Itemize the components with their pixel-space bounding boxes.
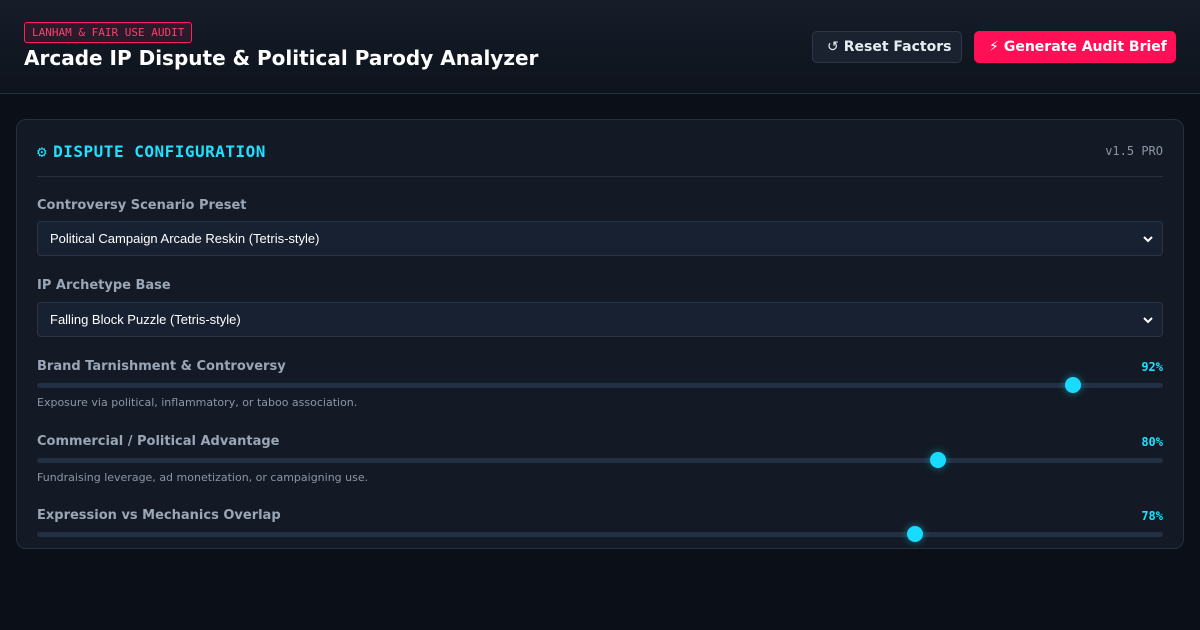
ip-archetype-label: IP Archetype Base — [37, 278, 171, 293]
slider-thumb[interactable] — [907, 526, 924, 542]
expression-overlap-value: 78% — [1141, 509, 1163, 523]
chevron-down-icon — [1143, 236, 1153, 243]
slider-thumb[interactable] — [1064, 377, 1081, 393]
panel-title: ⚙ DISPUTE CONFIGURATION — [37, 142, 266, 161]
commercial-advantage-label: Commercial / Political Advantage — [37, 434, 280, 449]
panel-title-text: DISPUTE CONFIGURATION — [53, 142, 266, 161]
ip-archetype-select[interactable]: Falling Block Puzzle (Tetris-style) — [37, 302, 1163, 337]
ip-archetype-value: Falling Block Puzzle (Tetris-style) — [50, 312, 241, 327]
brand-tarnishment-label: Brand Tarnishment & Controversy — [37, 359, 286, 374]
version-label: v1.5 PRO — [1105, 144, 1163, 158]
reset-factors-label: Reset Factors — [843, 39, 952, 55]
brand-tarnishment-value: 92% — [1141, 360, 1163, 374]
gear-icon: ⚙ — [37, 142, 48, 161]
brand-tarnishment-slider[interactable] — [37, 377, 1163, 393]
lightning-icon: ⚡ — [989, 39, 999, 55]
generate-audit-brief-label: Generate Audit Brief — [1003, 39, 1167, 55]
scenario-preset-select[interactable]: Political Campaign Arcade Reskin (Tetris… — [37, 221, 1163, 256]
brand-tarnishment-help: Exposure via political, inflammatory, or… — [37, 396, 358, 409]
commercial-advantage-help: Fundraising leverage, ad monetization, o… — [37, 471, 369, 484]
expression-overlap-label: Expression vs Mechanics Overlap — [37, 508, 281, 523]
expression-overlap-slider[interactable] — [37, 526, 1163, 542]
panel-header: ⚙ DISPUTE CONFIGURATION v1.5 PRO — [37, 120, 1163, 177]
generate-audit-brief-button[interactable]: ⚡ Generate Audit Brief — [974, 31, 1176, 63]
app-header: LANHAM & FAIR USE AUDIT Arcade IP Disput… — [0, 0, 1200, 94]
commercial-advantage-slider[interactable] — [37, 452, 1163, 468]
slider-thumb[interactable] — [929, 452, 946, 468]
page-title: Arcade IP Dispute & Political Parody Ana… — [24, 46, 539, 70]
scenario-preset-label: Controversy Scenario Preset — [37, 198, 247, 213]
scenario-preset-value: Political Campaign Arcade Reskin (Tetris… — [50, 231, 320, 246]
chevron-down-icon — [1143, 317, 1153, 324]
reset-factors-button[interactable]: ↺ Reset Factors — [812, 31, 962, 63]
audit-badge: LANHAM & FAIR USE AUDIT — [24, 22, 193, 43]
dispute-configuration-panel: ⚙ DISPUTE CONFIGURATION v1.5 PRO Controve… — [16, 119, 1184, 549]
commercial-advantage-value: 80% — [1141, 435, 1163, 449]
reset-icon: ↺ — [827, 39, 839, 55]
